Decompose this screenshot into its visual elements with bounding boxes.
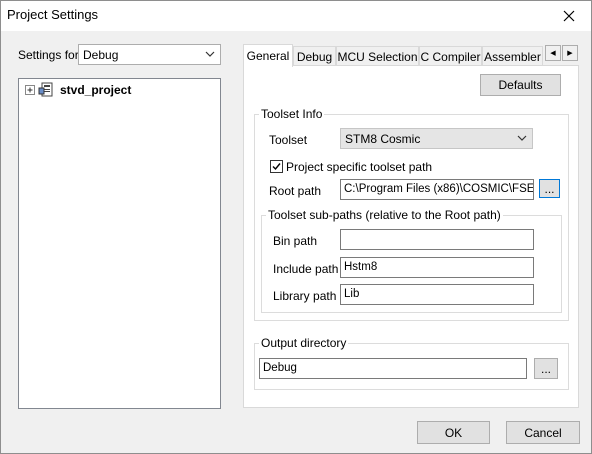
include-path-label: Include path <box>273 262 339 276</box>
include-path-value: Hstm8 <box>344 261 378 273</box>
triangle-right-icon: ▶ <box>567 50 573 57</box>
tree-item-label: stvd_project <box>60 83 132 97</box>
library-path-value: Lib <box>344 288 360 300</box>
title-bar: Project Settings <box>1 1 591 31</box>
output-directory-title: Output directory <box>259 336 349 350</box>
tab-label: C Compiler <box>420 49 481 64</box>
output-directory-value: Debug <box>263 362 297 374</box>
close-icon <box>563 10 575 22</box>
tab-label: Assembler <box>484 49 541 64</box>
settings-for-select[interactable]: Debug <box>78 44 221 65</box>
settings-for-value: Debug <box>83 48 119 62</box>
root-path-value: C:\Program Files (x86)\COSMIC\FSE_C <box>344 183 534 195</box>
tab-c-compiler[interactable]: C Compiler <box>419 46 482 66</box>
ok-button[interactable]: OK <box>417 421 490 444</box>
settings-for-label: Settings for: <box>18 48 83 62</box>
tab-scroll-left-button[interactable]: ◀ <box>545 45 561 61</box>
library-path-input[interactable]: Lib <box>340 284 534 305</box>
tab-label: Debug <box>296 49 333 64</box>
root-path-label: Root path <box>269 184 322 198</box>
toolset-select[interactable]: STM8 Cosmic <box>340 128 533 149</box>
toolset-value: STM8 Cosmic <box>345 132 421 146</box>
toolset-label: Toolset <box>269 133 308 147</box>
root-path-browse-button[interactable]: ... <box>539 179 560 198</box>
project-icon <box>38 82 53 97</box>
browse-label: ... <box>540 361 551 376</box>
defaults-button[interactable]: Defaults <box>480 74 561 96</box>
toolset-info-title: Toolset Info <box>259 107 325 121</box>
project-tree[interactable]: stvd_project <box>18 78 221 409</box>
project-specific-checkbox[interactable] <box>270 160 283 173</box>
library-path-label: Library path <box>273 289 337 303</box>
triangle-left-icon: ◀ <box>550 50 556 57</box>
tab-mcu-selection[interactable]: MCU Selection <box>336 46 419 66</box>
output-directory-input[interactable]: Debug <box>259 358 527 379</box>
sub-paths-title: Toolset sub-paths (relative to the Root … <box>266 208 503 222</box>
tab-scroll: ◀ ▶ <box>545 45 579 61</box>
bin-path-label: Bin path <box>273 234 318 248</box>
tab-debug[interactable]: Debug <box>293 46 336 66</box>
tab-label: MCU Selection <box>337 49 418 64</box>
project-settings-dialog: Project Settings Settings for: Debug stv… <box>0 0 592 454</box>
output-directory-browse-button[interactable]: ... <box>534 358 558 379</box>
project-specific-label: Project specific toolset path <box>286 160 433 174</box>
defaults-button-label: Defaults <box>498 78 543 92</box>
chevron-down-icon <box>205 51 215 57</box>
chevron-down-icon <box>517 135 527 141</box>
tab-general[interactable]: General <box>243 44 293 67</box>
ok-button-label: OK <box>444 425 463 440</box>
close-button[interactable] <box>547 1 591 31</box>
checkmark-icon <box>272 163 281 171</box>
plus-box-icon[interactable] <box>25 84 36 96</box>
window-title: Project Settings <box>7 7 99 22</box>
root-path-input[interactable]: C:\Program Files (x86)\COSMIC\FSE_C <box>340 179 534 200</box>
browse-label: ... <box>544 181 555 196</box>
tab-label: General <box>246 49 290 63</box>
bin-path-input[interactable] <box>340 229 534 250</box>
cancel-button-label: Cancel <box>524 425 562 440</box>
include-path-input[interactable]: Hstm8 <box>340 257 534 278</box>
tree-item-stvd-project[interactable]: stvd_project <box>25 82 131 98</box>
tab-scroll-right-button[interactable]: ▶ <box>562 45 578 61</box>
cancel-button[interactable]: Cancel <box>506 421 580 444</box>
tab-assembler[interactable]: Assembler <box>482 46 543 66</box>
